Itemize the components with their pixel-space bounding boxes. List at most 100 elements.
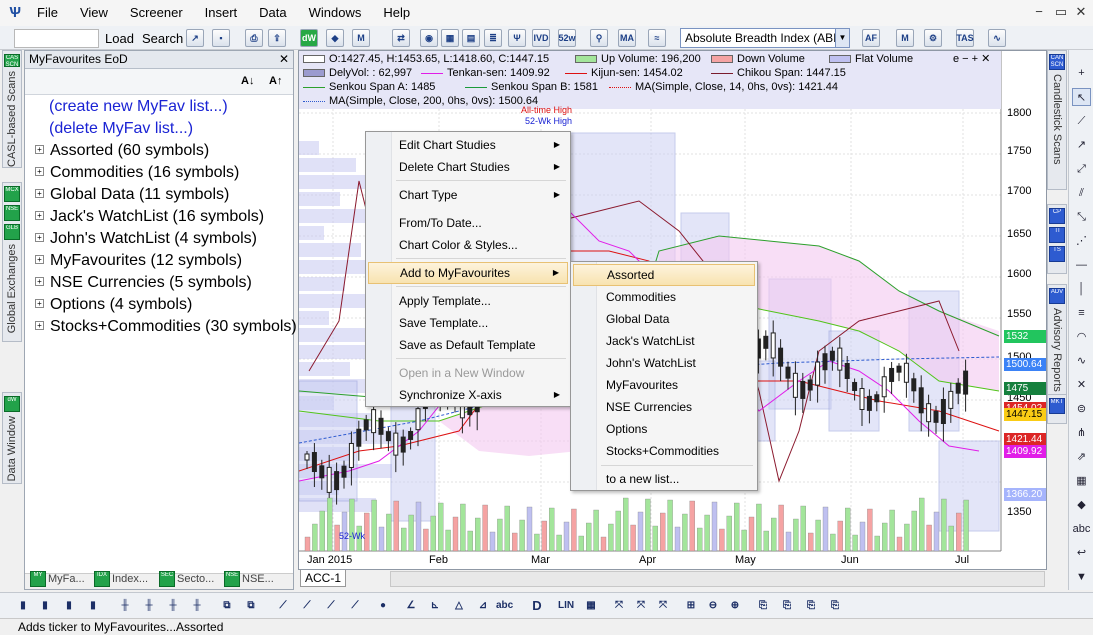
copy-icon[interactable]: ⎘ <box>756 597 770 615</box>
expand-icon[interactable]: + <box>35 189 44 199</box>
ruler-icon[interactable]: ⊿ <box>476 597 490 615</box>
export-icon[interactable]: ⇪ <box>268 29 286 47</box>
tree-item[interactable]: + John's WatchList (4 symbols) <box>35 229 257 249</box>
context-menu-item[interactable]: Save as Default Template <box>368 334 568 356</box>
paste-icon[interactable]: ⎘ <box>780 597 794 615</box>
expand-icon[interactable]: + <box>35 145 44 155</box>
ivd-icon[interactable]: IVD <box>532 29 550 47</box>
draw-1-icon[interactable]: ⟋ <box>276 597 290 615</box>
symbol-input[interactable] <box>14 29 99 48</box>
window-icon[interactable]: ▦ <box>441 29 459 47</box>
tab-nse[interactable]: NSE NSE... <box>224 569 274 589</box>
pivot-icon[interactable]: M <box>896 29 914 47</box>
zoom-icon[interactable]: ⚲ <box>590 29 608 47</box>
expand-icon[interactable]: + <box>35 321 44 331</box>
submenu-item[interactable]: John's WatchList <box>573 352 755 374</box>
measure-icon[interactable]: ⊾ <box>428 597 442 615</box>
tree-item[interactable]: + MyFavourites (12 symbols) <box>35 251 242 271</box>
grid-tool-icon[interactable]: ▦ <box>1072 472 1091 490</box>
angle-icon[interactable]: ∠ <box>404 597 418 615</box>
vline-icon[interactable]: │ <box>1072 280 1091 298</box>
submenu-item[interactable]: Assorted <box>573 264 755 286</box>
text-tool-icon[interactable]: abc <box>1072 520 1091 538</box>
candle-1-icon[interactable]: ╫ <box>118 597 132 615</box>
chevron-down-icon[interactable]: ▼ <box>835 29 849 47</box>
tree-item[interactable]: + Global Data (11 symbols) <box>35 185 229 205</box>
zoom-in-area-icon[interactable]: ⤧ <box>634 597 648 615</box>
record-icon[interactable]: ● <box>376 597 390 615</box>
context-menu-item[interactable]: Delete Chart Studies ▶ <box>368 156 568 178</box>
line-chart-icon[interactable]: Ψ <box>508 29 526 47</box>
menu-windows[interactable]: Windows <box>298 0 373 26</box>
parallel-icon[interactable]: ⫽ <box>1072 184 1091 202</box>
triangle-icon[interactable]: △ <box>452 597 466 615</box>
tree-item[interactable]: (delete MyFav list...) <box>49 119 193 139</box>
search-button[interactable]: Search <box>141 29 184 47</box>
auto-fibo-icon[interactable]: AF <box>862 29 880 47</box>
fan-icon[interactable]: ⋰ <box>1072 232 1091 250</box>
close-button[interactable]: ✕ <box>1072 4 1090 20</box>
arrow-tool-icon[interactable]: ⇗ <box>1072 448 1091 466</box>
period-1-icon[interactable]: ⧉ <box>220 597 234 615</box>
draw-4-icon[interactable]: ⟋ <box>348 597 362 615</box>
shape-tool-icon[interactable]: ◆ <box>1072 496 1091 514</box>
context-menu-item[interactable]: Add to MyFavourites ▶ <box>368 262 568 284</box>
tree-item[interactable]: + Assorted (60 symbols) <box>35 141 209 161</box>
close-icon[interactable]: ✕ <box>279 51 289 68</box>
zoom-range-icon[interactable]: ⊞ <box>684 597 698 615</box>
tree-item[interactable]: + Options (4 symbols) <box>35 295 192 315</box>
chart-scrollbar[interactable] <box>390 571 1045 587</box>
market-report-tab[interactable]: MKT <box>1047 394 1067 424</box>
context-menu-item[interactable]: Apply Template... <box>368 290 568 312</box>
zoom-out-area-icon[interactable]: ⤧ <box>656 597 670 615</box>
d-icon[interactable]: D <box>530 597 544 615</box>
studies-icon[interactable]: M <box>352 29 370 47</box>
line-tool-icon[interactable]: ⟋ <box>1072 112 1091 130</box>
chart-style-icon[interactable]: ◆ <box>326 29 344 47</box>
data-mode-2-icon[interactable]: ▮ <box>38 597 52 615</box>
submenu-item[interactable]: MyFavourites <box>573 374 755 396</box>
period-2-icon[interactable]: ⧉ <box>244 597 258 615</box>
fibo-icon[interactable]: ≡ <box>1072 304 1091 322</box>
submenu-new-list[interactable]: to a new list... <box>573 468 755 490</box>
scroll-down-icon[interactable]: ▼ <box>1072 568 1091 586</box>
tas-icon[interactable]: TAS <box>956 29 974 47</box>
candlestick-scans-tab[interactable]: CAN SCN Candlestick Scans <box>1047 50 1067 190</box>
tree-item[interactable]: + Stocks+Commodities (30 symbols) <box>35 317 297 337</box>
cp-scan-tab[interactable]: CP TI TS <box>1047 204 1067 274</box>
template-icon[interactable]: ⎘ <box>804 597 818 615</box>
dw-icon[interactable]: dW <box>300 29 318 47</box>
arc-icon[interactable]: ◠ <box>1072 328 1091 346</box>
data-mode-1-icon[interactable]: ▮ <box>16 597 30 615</box>
layers-icon[interactable]: ⎘ <box>828 597 842 615</box>
zoom-fit-icon[interactable]: ⤧ <box>612 597 626 615</box>
candle-4-icon[interactable]: ╫ <box>190 597 204 615</box>
context-menu-item[interactable]: Chart Type ▶ <box>368 184 568 206</box>
submenu-item[interactable]: Stocks+Commodities <box>573 440 755 462</box>
data-mode-4-icon[interactable]: ▮ <box>86 597 100 615</box>
tab-index[interactable]: IDX Index... <box>94 569 148 589</box>
print-icon[interactable]: ⎙ <box>245 29 263 47</box>
52wk-icon[interactable]: 52w <box>558 29 576 47</box>
sort-asc-icon[interactable]: A↓ <box>241 75 254 87</box>
draw-2-icon[interactable]: ⟋ <box>300 597 314 615</box>
gann-icon[interactable]: ✕ <box>1072 376 1091 394</box>
wave-icon[interactable]: ∿ <box>988 29 1006 47</box>
abc-icon[interactable]: abc <box>496 597 513 615</box>
crosshair-icon[interactable]: + <box>1072 64 1091 82</box>
tree-item[interactable]: + NSE Currencies (5 symbols) <box>35 273 252 293</box>
submenu-item[interactable]: NSE Currencies <box>573 396 755 418</box>
menu-insert[interactable]: Insert <box>194 0 249 26</box>
tab-myfav[interactable]: MY MyFa... <box>30 569 85 589</box>
candle-3-icon[interactable]: ╫ <box>166 597 180 615</box>
wave-tool-icon[interactable]: ∿ <box>1072 352 1091 370</box>
zoom-out-icon[interactable]: ⊖ <box>706 597 720 615</box>
app-logo-icon[interactable]: Ѱ <box>4 2 26 24</box>
minimize-button[interactable]: − <box>1030 4 1048 19</box>
load-button[interactable]: Load <box>104 29 135 47</box>
data-mode-3-icon[interactable]: ▮ <box>62 597 76 615</box>
cursor-tool-icon[interactable]: ↗ <box>186 29 204 47</box>
submenu-item[interactable]: Options <box>573 418 755 440</box>
tile-icon[interactable]: ▤ <box>462 29 480 47</box>
cycle-icon[interactable]: ⊜ <box>1072 400 1091 418</box>
